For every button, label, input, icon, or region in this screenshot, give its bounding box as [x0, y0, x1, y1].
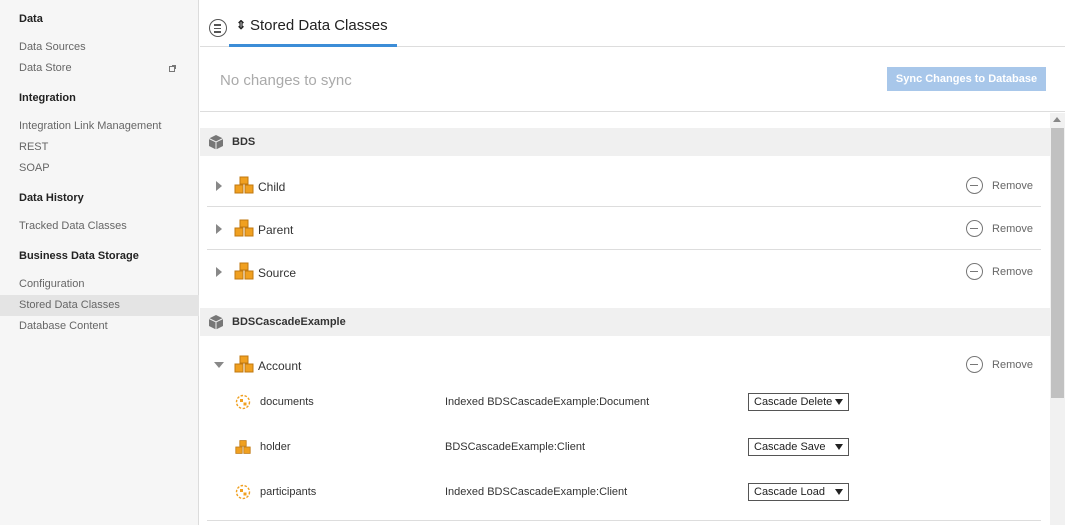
divider: [207, 520, 1041, 521]
class-icon: [234, 219, 254, 237]
sidebar-item-tracked-data-classes[interactable]: Tracked Data Classes: [0, 216, 199, 237]
class-icon: [234, 176, 254, 194]
dropdown-arrow-icon: [835, 399, 843, 405]
remove-button[interactable]: Remove: [966, 177, 1033, 195]
sidebar-item-data-sources[interactable]: Data Sources: [0, 37, 199, 58]
remove-icon: [966, 220, 984, 237]
remove-button[interactable]: Remove: [966, 356, 1033, 374]
sidebar-item-integration-link-management[interactable]: Integration Link Management: [0, 116, 199, 137]
sidebar-item-soap[interactable]: SOAP: [0, 158, 199, 179]
sidebar-item-configuration[interactable]: Configuration: [0, 274, 199, 295]
remove-icon: [966, 177, 984, 194]
remove-button[interactable]: Remove: [966, 220, 1033, 238]
scroll-thumb[interactable]: [1051, 128, 1064, 398]
sync-icon: ⇕: [236, 18, 247, 32]
dropdown-arrow-icon: [835, 489, 843, 495]
property-name: documents: [260, 396, 314, 408]
menu-toggle-button[interactable]: [209, 19, 227, 37]
class-row-source[interactable]: Source Remove: [207, 250, 1041, 293]
group-header-bds: BDS: [200, 128, 1050, 156]
expand-caret[interactable]: [216, 181, 222, 191]
class-icon: [234, 262, 254, 280]
sidebar-heading-data: Data: [19, 13, 43, 25]
tab-label: Stored Data Classes: [250, 17, 388, 34]
group-label: BDSCascadeExample: [232, 316, 346, 328]
package-icon: [208, 315, 224, 330]
tab-active-indicator: [229, 44, 397, 47]
property-type: BDSCascadeExample:Client: [445, 441, 586, 453]
cascade-select-value: Cascade Delete: [754, 396, 833, 408]
main-panel: ⇕ Stored Data Classes No changes to sync…: [200, 0, 1065, 525]
sidebar-item-database-content[interactable]: Database Content: [0, 316, 199, 337]
property-row-documents: documents Indexed BDSCascadeExample:Docu…: [200, 383, 1050, 428]
group-header-bdscascadeexample: BDSCascadeExample: [200, 308, 1050, 336]
remove-button[interactable]: Remove: [966, 263, 1033, 281]
cascade-select[interactable]: Cascade Save: [748, 438, 849, 456]
sidebar-item-rest[interactable]: REST: [0, 137, 199, 158]
property-type: Indexed BDSCascadeExample:Document: [445, 396, 650, 408]
cascade-select-value: Cascade Load: [754, 486, 825, 498]
header: ⇕ Stored Data Classes: [200, 0, 1065, 47]
class-row-parent[interactable]: Parent Remove: [207, 207, 1041, 250]
class-icon: [234, 355, 254, 373]
sidebar-heading-business-data-storage: Business Data Storage: [19, 250, 139, 262]
cascade-select[interactable]: Cascade Delete: [748, 393, 849, 411]
sync-changes-button[interactable]: Sync Changes to Database: [887, 67, 1046, 91]
package-icon: [208, 135, 224, 150]
class-name: Parent: [258, 223, 294, 237]
remove-icon: [966, 263, 984, 280]
sidebar-item-label: Data Store: [19, 62, 72, 74]
class-row-child[interactable]: Child Remove: [207, 164, 1041, 207]
remove-icon: [966, 356, 984, 373]
property-row-participants: participants Indexed BDSCascadeExample:C…: [200, 473, 1050, 518]
external-link-icon: [169, 65, 176, 72]
sidebar-item-stored-data-classes[interactable]: Stored Data Classes: [0, 295, 199, 316]
property-row-holder: holder BDSCascadeExample:Client Cascade …: [200, 428, 1050, 473]
class-row-account[interactable]: Account Remove: [207, 343, 1041, 386]
property-name: participants: [260, 486, 317, 498]
sync-bar: No changes to sync Sync Changes to Datab…: [200, 48, 1065, 112]
indexed-icon: [235, 394, 251, 410]
dropdown-arrow-icon: [835, 444, 843, 450]
sidebar-heading-data-history: Data History: [19, 192, 84, 204]
group-label: BDS: [232, 136, 256, 148]
expand-caret[interactable]: [216, 224, 222, 234]
class-name: Source: [258, 266, 297, 280]
class-icon: [235, 440, 251, 454]
sidebar: Data Data Sources Data Store Integration…: [0, 0, 199, 525]
sidebar-item-data-store[interactable]: Data Store: [0, 58, 199, 79]
class-name: Account: [258, 359, 302, 373]
vertical-scrollbar[interactable]: [1050, 113, 1065, 525]
tab-stored-data-classes[interactable]: ⇕ Stored Data Classes: [229, 0, 397, 47]
cascade-select[interactable]: Cascade Load: [748, 483, 849, 501]
property-name: holder: [260, 441, 291, 453]
scroll-up-icon[interactable]: [1053, 117, 1061, 122]
sidebar-heading-integration: Integration: [19, 92, 76, 104]
indexed-icon: [235, 484, 251, 500]
collapse-caret[interactable]: [214, 362, 224, 368]
sync-status: No changes to sync: [220, 72, 352, 89]
expand-caret[interactable]: [216, 267, 222, 277]
property-type: Indexed BDSCascadeExample:Client: [445, 486, 628, 498]
class-list: BDS Child Remove Parent Remove Source Re…: [200, 113, 1050, 525]
cascade-select-value: Cascade Save: [754, 441, 826, 453]
class-name: Child: [258, 180, 286, 194]
